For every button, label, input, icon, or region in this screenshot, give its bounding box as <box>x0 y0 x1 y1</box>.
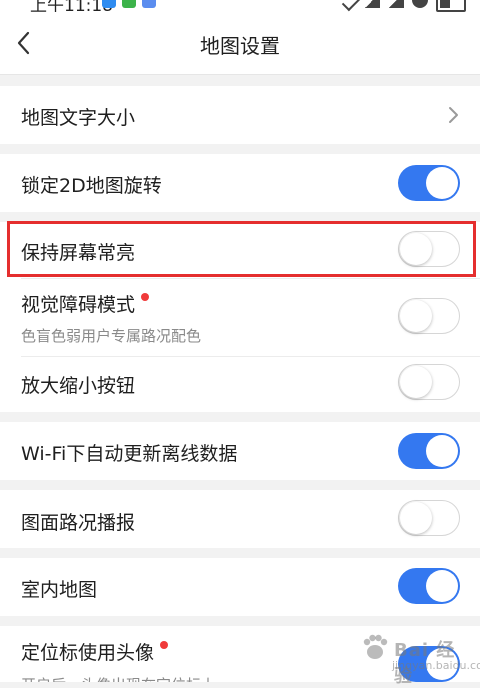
setting-label: 图面路况播报 <box>21 512 136 534</box>
new-badge-dot <box>160 641 169 649</box>
map-notification-icon <box>142 0 156 8</box>
divider <box>21 356 480 357</box>
watermark-url: jingyan.baidu.com <box>392 659 480 672</box>
status-bar: 上午11:18 ··· <box>0 0 480 12</box>
new-badge-dot <box>141 293 150 301</box>
indoor-map-toggle[interactable] <box>398 568 460 604</box>
app-notification-icon <box>102 0 116 8</box>
paw-logo-icon <box>363 634 388 659</box>
signal-icon <box>364 0 380 8</box>
lock-2d-rotation-toggle[interactable] <box>398 165 460 201</box>
status-app-icons <box>102 0 156 8</box>
chevron-right-icon <box>449 107 458 123</box>
setting-label: 视觉障碍模式 <box>21 290 150 317</box>
signal-2-icon <box>388 0 404 8</box>
setting-wifi-auto-update: Wi-Fi下自动更新离线数据 <box>0 422 480 480</box>
more-notifications-icon: ··· <box>175 0 195 9</box>
wechat-notification-icon <box>122 0 136 8</box>
baidu-jingyan-watermark: Bai 经验 jingyan.baidu.com <box>356 632 480 687</box>
bluetooth-icon <box>341 0 361 12</box>
status-time: 上午11:18 <box>30 0 113 12</box>
setting-sublabel: 开启后，头像出现在定位标上 <box>21 674 216 682</box>
divider <box>21 278 480 279</box>
setting-label: 定位标使用头像 <box>21 638 169 665</box>
setting-label: Wi-Fi下自动更新离线数据 <box>21 443 238 465</box>
battery-icon <box>436 0 466 12</box>
setting-label: 放大缩小按钮 <box>21 375 136 397</box>
setting-label: 保持屏幕常亮 <box>21 242 136 264</box>
setting-sublabel: 色盲色弱用户专属路况配色 <box>21 327 202 345</box>
page-title: 地图设置 <box>200 34 280 58</box>
keep-screen-on-toggle[interactable] <box>398 231 460 267</box>
wifi-icon <box>412 0 428 8</box>
setting-label: 锁定2D地图旋转 <box>21 175 162 197</box>
setting-traffic-broadcast: 图面路况播报 <box>0 490 480 548</box>
visual-impairment-toggle[interactable] <box>398 298 460 334</box>
setting-label: 地图文字大小 <box>21 107 136 129</box>
setting-indoor-map: 室内地图 <box>0 558 480 616</box>
setting-lock-2d-rotation: 锁定2D地图旋转 <box>0 154 480 212</box>
settings-group-display: 保持屏幕常亮 视觉障碍模式 色盲色弱用户专属路况配色 放大缩小按钮 <box>0 222 480 412</box>
traffic-broadcast-toggle[interactable] <box>398 500 460 536</box>
setting-text-size[interactable]: 地图文字大小 <box>0 86 480 144</box>
setting-label: 室内地图 <box>21 579 98 601</box>
status-right-icons <box>341 0 466 12</box>
nav-bar: 地图设置 <box>0 12 480 75</box>
zoom-buttons-toggle[interactable] <box>398 364 460 400</box>
wifi-auto-update-toggle[interactable] <box>398 433 460 469</box>
